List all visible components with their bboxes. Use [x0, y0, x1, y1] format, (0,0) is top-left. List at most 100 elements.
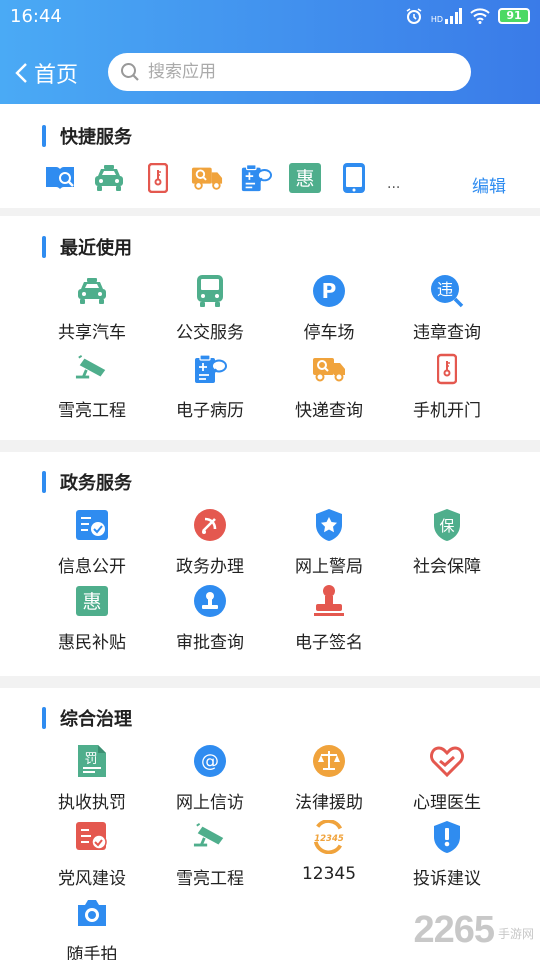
app-item-gov-affairs[interactable]: 政务办理 [150, 508, 270, 577]
alarm-icon [405, 7, 423, 25]
violation-icon: 违 [430, 274, 464, 308]
section-accent-bar [42, 236, 46, 258]
reader-icon[interactable] [44, 162, 76, 194]
seal-icon [312, 584, 346, 618]
penalty-doc-icon: 罚 [75, 744, 109, 778]
edit-button[interactable]: 编辑 [472, 172, 506, 197]
recent-section: 最近使用 共享汽车 公交服务 P 停车场 违 违章查询 雪亮工程 电子病历 快递… [0, 216, 540, 440]
cctv-icon [193, 820, 227, 854]
app-item-phone-door[interactable]: 手机开门 [387, 352, 507, 421]
app-item-subsidy[interactable]: 惠 惠民补贴 [32, 584, 152, 653]
search-bar[interactable] [108, 53, 471, 91]
app-item-label: 惠民补贴 [58, 633, 126, 653]
section-title: 政务服务 [60, 473, 132, 494]
svg-text:P: P [322, 279, 337, 303]
camera-icon [75, 896, 109, 930]
search-input[interactable] [148, 62, 448, 82]
app-item-label: 手机开门 [413, 401, 481, 421]
cctv-icon [75, 352, 109, 386]
medical-record-icon [193, 352, 227, 386]
app-item-approval[interactable]: 审批查询 [150, 584, 270, 653]
parking-icon: P [312, 274, 346, 308]
search-icon [121, 63, 139, 81]
app-item-express[interactable]: 快递查询 [269, 352, 389, 421]
app-item-label: 政务办理 [176, 557, 244, 577]
app-item-police[interactable]: 网上警局 [269, 508, 389, 577]
app-item-parking[interactable]: P 停车场 [269, 274, 389, 343]
app-item-cctv[interactable]: 雪亮工程 [32, 352, 152, 421]
status-bar: 16:44 HD 91 [0, 0, 540, 34]
svg-text:@: @ [201, 751, 219, 772]
car-icon [75, 274, 109, 308]
express-truck-icon [312, 352, 346, 386]
section-accent-bar [42, 707, 46, 729]
app-item-medical-record[interactable]: 电子病历 [150, 352, 270, 421]
wifi-icon [470, 8, 490, 24]
hotline-glyph: 12345 [314, 834, 344, 844]
app-item-snapshot[interactable]: 随手拍 [32, 896, 152, 960]
medical-record-icon[interactable] [240, 162, 272, 194]
quick-services-section: 快捷服务 惠 ... 编辑 [0, 104, 540, 208]
hui-icon[interactable]: 惠 [289, 162, 321, 194]
tablet-icon[interactable] [338, 162, 370, 194]
app-item-hotline[interactable]: 12345 12345 [269, 820, 389, 884]
complaint-shield-icon [430, 820, 464, 854]
hotline-12345-icon: 12345 [312, 820, 346, 854]
back-label: 首页 [34, 63, 79, 88]
app-item-complaint[interactable]: 投诉建议 [387, 820, 507, 889]
quick-more-ellipsis[interactable]: ... [387, 176, 400, 192]
section-header: 最近使用 [42, 235, 132, 259]
app-item-label: 网上警局 [295, 557, 363, 577]
app-item-label: 法律援助 [295, 793, 363, 813]
phone-door-icon[interactable] [142, 162, 174, 194]
app-item-bus[interactable]: 公交服务 [150, 274, 270, 343]
hui-glyph: 惠 [295, 168, 314, 190]
section-accent-bar [42, 125, 46, 147]
app-item-penalty[interactable]: 罚 执收执罚 [32, 744, 152, 813]
app-header: 16:44 HD 91 首页 [0, 0, 540, 104]
app-item-label: 投诉建议 [413, 869, 481, 889]
app-item-party-conduct[interactable]: 党风建设 [32, 820, 152, 889]
section-header: 政务服务 [42, 470, 132, 494]
scales-icon [312, 744, 346, 778]
phone-door-icon [430, 352, 464, 386]
app-item-e-signature[interactable]: 电子签名 [269, 584, 389, 653]
app-item-label: 雪亮工程 [58, 401, 126, 421]
app-item-label: 网上信访 [176, 793, 244, 813]
app-item-petition[interactable]: @ 网上信访 [150, 744, 270, 813]
bus-icon [193, 274, 227, 308]
status-time: 16:44 [10, 6, 62, 27]
site-watermark: 2265 手游网 [413, 909, 534, 952]
app-item-label: 违章查询 [413, 323, 481, 343]
stamp-circle-icon [193, 584, 227, 618]
app-item-label: 共享汽车 [58, 323, 126, 343]
gov-services-section: 政务服务 信息公开 政务办理 网上警局 保 社会保障 惠 惠民补贴 审批查询 电… [0, 452, 540, 676]
section-title: 综合治理 [60, 709, 132, 730]
shield-bao-icon: 保 [430, 508, 464, 542]
app-item-label: 执收执罚 [58, 793, 126, 813]
app-item-label: 心理医生 [413, 793, 481, 813]
signal-icon: HD [431, 8, 462, 24]
app-item-cctv[interactable]: 雪亮工程 [150, 820, 270, 889]
network-type: HD [430, 15, 443, 24]
app-item-label: 党风建设 [58, 869, 126, 889]
heart-hands-icon [430, 744, 464, 778]
express-truck-icon[interactable] [191, 162, 223, 194]
app-item-social-security[interactable]: 保 社会保障 [387, 508, 507, 577]
app-item-label: 审批查询 [176, 633, 244, 653]
app-item-legal-aid[interactable]: 法律援助 [269, 744, 389, 813]
taxi-icon[interactable] [93, 162, 125, 194]
hui-glyph: 惠 [82, 591, 101, 613]
app-item-label: 停车场 [303, 323, 355, 343]
app-item-psychologist[interactable]: 心理医生 [387, 744, 507, 813]
fa-glyph: 罚 [84, 752, 97, 767]
app-item-label: 公交服务 [176, 323, 244, 343]
watermark-text: 手游网 [497, 927, 534, 941]
app-item-violation[interactable]: 违 违章查询 [387, 274, 507, 343]
at-icon: @ [193, 744, 227, 778]
party-emblem-icon [193, 508, 227, 542]
info-card-icon [75, 508, 109, 542]
app-item-shared-car[interactable]: 共享汽车 [32, 274, 152, 343]
back-button[interactable]: 首页 [14, 56, 78, 90]
app-item-info-public[interactable]: 信息公开 [32, 508, 152, 577]
